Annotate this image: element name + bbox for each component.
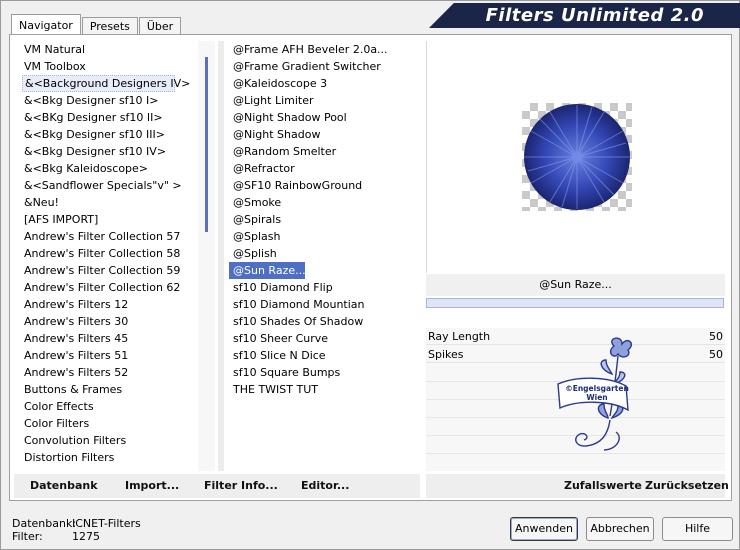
param-label-ray-length: Ray Length [428,330,491,343]
category-item[interactable]: &<Sandflower Specials"v" > [14,177,197,194]
filter-info-button[interactable]: Filter Info... [204,479,278,492]
help-button[interactable]: Hilfe [662,517,733,541]
category-item[interactable]: Andrew's Filters 12 [14,296,197,313]
category-item[interactable]: Andrew's Filters 52 [14,364,197,381]
filter-item[interactable]: @Spirals [225,211,420,228]
sun-raze-preview-sphere [524,104,630,210]
filter-item[interactable]: @Light Limiter [225,92,420,109]
tab-navigator[interactable]: Navigator [11,14,81,36]
category-item[interactable]: Convolution Filters [14,432,197,449]
filter-item[interactable]: @Random Smelter [225,143,420,160]
category-item[interactable]: &<Background Designers IV> [22,75,190,92]
category-item[interactable]: &<BKg Designer sf10 II> [14,109,197,126]
tab-presets[interactable]: Presets [81,17,138,35]
filter-item[interactable]: @SF10 RainbowGround [225,177,420,194]
category-item[interactable]: Color Filters [14,415,197,432]
category-item[interactable]: Andrew's Filter Collection 58 [14,245,197,262]
filter-item[interactable]: @Night Shadow Pool [225,109,420,126]
category-item[interactable]: Andrew's Filters 51 [14,347,197,364]
cancel-button[interactable]: Abbrechen [586,517,654,541]
status-area: Datenbank:ICNET-Filters Filter: 1275 [12,517,141,543]
filter-item[interactable]: sf10 Diamond Mountian [225,296,420,313]
preview-pane [426,41,725,273]
tab-ueber[interactable]: Über [138,17,182,35]
category-scroll-thumb[interactable] [205,57,208,232]
category-item[interactable]: Andrew's Filters 30 [14,313,197,330]
category-item[interactable]: [AFS IMPORT] [14,211,197,228]
category-item[interactable]: &<Bkg Designer sf10 I> [14,92,197,109]
left-button-strip: Datenbank Import... Filter Info... Edito… [14,474,420,498]
filter-name-display: @Sun Raze... [426,274,725,296]
category-item[interactable]: VM Toolbox [14,58,197,75]
category-item[interactable]: Andrew's Filter Collection 59 [14,262,197,279]
param-value-ray-length[interactable]: 50 [709,330,723,343]
watermark-text: ©Engelsgarten Wien [565,384,629,402]
category-item[interactable]: &<Bkg Designer sf10 III> [14,126,197,143]
category-scrollbar[interactable] [198,41,215,471]
app-title: Filters Unlimited 2.0 [485,5,704,26]
title-banner: Filters Unlimited 2.0 [429,3,740,28]
category-item[interactable]: Andrew's Filter Collection 57 [14,228,197,245]
category-list[interactable]: VM Natural VM Toolbox &<Background Designe… [14,41,197,471]
category-item[interactable]: Andrew's Filter Collection 62 [14,279,197,296]
filter-item[interactable]: @Splish [225,245,420,262]
tab-strip: Navigator Presets Über [11,13,182,36]
right-button-strip: Zufallswerte Zurücksetzen [426,474,729,498]
import-button[interactable]: Import... [125,479,179,492]
filter-item[interactable]: @Splash [225,228,420,245]
param-value-spikes[interactable]: 50 [709,348,723,361]
status-filter-label: Filter: [12,530,43,543]
filter-item[interactable]: @Frame AFH Beveler 2.0a... [225,41,420,58]
filter-item[interactable]: @Night Shadow [225,126,420,143]
filter-progress-bar [426,298,724,308]
category-item[interactable]: &Neu! [14,194,197,211]
transparency-checker [522,103,632,211]
category-item[interactable]: Distortion Filters [14,449,197,466]
filter-item[interactable]: @Frame Gradient Switcher [225,58,420,75]
filter-item[interactable]: sf10 Slice N Dice [225,347,420,364]
filter-item[interactable]: THE TWIST TUT [225,381,420,398]
zuruecksetzen-button[interactable]: Zurücksetzen [645,479,729,492]
filter-item[interactable]: @Sun Raze... [229,262,306,279]
category-item[interactable]: &<Bkg Kaleidoscope> [14,160,197,177]
filter-item[interactable]: @Smoke [225,194,420,211]
filter-item[interactable]: @Kaleidoscope 3 [225,75,420,92]
editor-button[interactable]: Editor... [301,479,349,492]
datenbank-button[interactable]: Datenbank [30,479,98,492]
filter-list[interactable]: @Frame AFH Beveler 2.0a... @Frame Gradien… [225,41,420,471]
filter-item[interactable]: sf10 Sheer Curve [225,330,420,347]
status-db-label: Datenbank: [12,517,77,530]
filter-item[interactable]: sf10 Diamond Flip [225,279,420,296]
filter-item[interactable]: sf10 Shades Of Shadow [225,313,420,330]
filter-item[interactable]: @Refractor [225,160,420,177]
status-db-value: ICNET-Filters [72,517,141,530]
filters-unlimited-window: Navigator Presets Über Filters Unlimited… [0,0,740,550]
status-filter-count: 1275 [72,530,100,543]
category-item[interactable]: Andrew's Filters 45 [14,330,197,347]
filter-item[interactable]: sf10 Square Bumps [225,364,420,381]
param-label-spikes: Spikes [428,348,464,361]
list-divider [218,41,224,471]
category-item[interactable]: Color Effects [14,398,197,415]
apply-button[interactable]: Anwenden [510,517,578,541]
zufallswerte-button[interactable]: Zufallswerte [564,479,642,492]
category-item[interactable]: Buttons & Frames [14,381,197,398]
category-item[interactable]: VM Natural [14,41,197,58]
parameter-panel: Ray Length 50 Spikes 50 ©Engelsgarten Wi… [426,328,725,471]
category-item[interactable]: &<Bkg Designer sf10 IV> [14,143,197,160]
